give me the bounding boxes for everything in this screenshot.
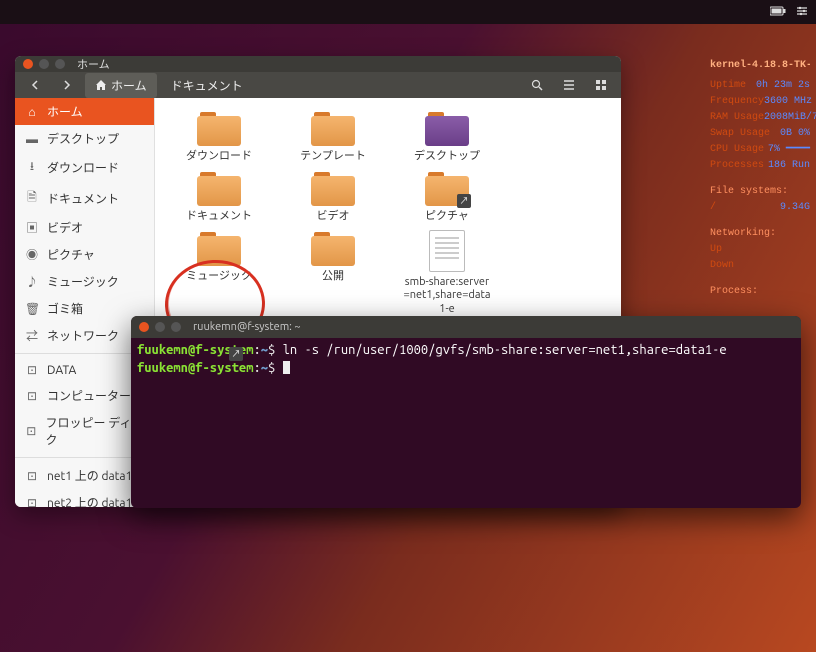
sidebar-icon: 🗎 bbox=[25, 188, 39, 209]
maximize-button[interactable] bbox=[55, 59, 65, 69]
sidebar-icon: ⇄ bbox=[25, 327, 39, 344]
sysmon-net-header: Networking: bbox=[710, 226, 810, 242]
sidebar-label: ミュージック bbox=[47, 273, 119, 290]
terminal-titlebar[interactable]: ruukemn@f-system: ~ bbox=[131, 316, 801, 338]
sidebar-music[interactable]: ♪ ミュージック bbox=[15, 268, 154, 295]
sidebar-label: net2 上の data1-e bbox=[47, 494, 142, 507]
folder-icon: ↗ bbox=[425, 170, 469, 206]
file-manager-toolbar: ホーム ドキュメント bbox=[15, 72, 621, 98]
home-icon bbox=[95, 79, 107, 91]
minimize-button[interactable] bbox=[155, 322, 165, 332]
folder-icon bbox=[311, 230, 355, 266]
file-label: ドキュメント bbox=[186, 210, 252, 224]
terminal-body[interactable]: fuukemn@f-system:~$ ln -s /run/user/1000… bbox=[131, 338, 801, 508]
list-view-button[interactable] bbox=[555, 72, 583, 98]
sidebar-label: DATA bbox=[47, 364, 76, 377]
file-downloads[interactable]: ダウンロード bbox=[175, 110, 263, 164]
file-label: ピクチャ bbox=[425, 210, 469, 224]
battery-icon bbox=[770, 6, 786, 19]
forward-button[interactable] bbox=[53, 72, 81, 98]
sysmon-proc-header: Process: bbox=[710, 284, 810, 300]
sidebar-icon: 🗑 bbox=[25, 302, 39, 316]
sidebar-label: ビデオ bbox=[47, 219, 83, 236]
system-monitor-overlay: kernel-4.18.8-TK-p Uptime0h 23m 2sFreque… bbox=[710, 58, 810, 300]
sidebar-label: フロッピー ディスク bbox=[46, 414, 144, 448]
folder-icon bbox=[311, 110, 355, 146]
sidebar-icon: ♪ bbox=[25, 273, 39, 290]
file-public[interactable]: 公開 bbox=[289, 230, 377, 317]
close-button[interactable] bbox=[23, 59, 33, 69]
file-label: テンプレート bbox=[300, 150, 366, 164]
sidebar-icon: ⊡ bbox=[25, 496, 39, 508]
maximize-button[interactable] bbox=[171, 322, 181, 332]
link-badge-icon: ↗ bbox=[457, 194, 471, 208]
top-menu-bar bbox=[0, 0, 816, 24]
sidebar-documents[interactable]: 🗎 ドキュメント bbox=[15, 183, 154, 214]
minimize-button[interactable] bbox=[39, 59, 49, 69]
sidebar-icon: ⌂ bbox=[25, 105, 39, 119]
sidebar-icon: ▣ bbox=[25, 219, 39, 236]
back-button[interactable] bbox=[21, 72, 49, 98]
file-desktop[interactable]: デスクトップ bbox=[403, 110, 491, 164]
file-label: デスクトップ bbox=[414, 150, 480, 164]
folder-icon bbox=[197, 110, 241, 146]
sidebar-icon: ⊡ bbox=[25, 389, 39, 403]
folder-icon bbox=[425, 110, 469, 146]
file-label: ダウンロード bbox=[186, 150, 252, 164]
file-music[interactable]: ミュージック bbox=[175, 230, 263, 317]
sidebar-label: デスクトップ bbox=[47, 130, 119, 147]
breadcrumb-home[interactable]: ホーム bbox=[85, 73, 157, 98]
link-badge-icon: ↗ bbox=[229, 347, 243, 361]
sidebar-icon: ⭳ bbox=[25, 157, 39, 178]
sidebar-pictures[interactable]: ◉ ピクチャ bbox=[15, 241, 154, 268]
sidebar-label: ドキュメント bbox=[47, 190, 119, 207]
sidebar-videos[interactable]: ▣ ビデオ bbox=[15, 214, 154, 241]
sidebar-icon: ⊡ bbox=[25, 424, 38, 438]
file-documents[interactable]: ドキュメント bbox=[175, 170, 263, 224]
file-templates[interactable]: テンプレート bbox=[289, 110, 377, 164]
sidebar-icon: ▬ bbox=[25, 132, 39, 146]
sidebar-icon: ⊡ bbox=[25, 363, 39, 377]
folder-icon bbox=[197, 230, 241, 266]
folder-icon bbox=[311, 170, 355, 206]
close-button[interactable] bbox=[139, 322, 149, 332]
file-videos[interactable]: ビデオ bbox=[289, 170, 377, 224]
sidebar-desktop[interactable]: ▬ デスクトップ bbox=[15, 125, 154, 152]
list-icon bbox=[563, 79, 575, 91]
terminal-title: ruukemn@f-system: ~ bbox=[193, 321, 301, 333]
sidebar-label: ダウンロード bbox=[47, 159, 119, 176]
terminal-window: ruukemn@f-system: ~ fuukemn@f-system:~$ … bbox=[131, 316, 801, 508]
breadcrumb-current[interactable]: ドキュメント bbox=[161, 73, 253, 98]
file-smb-link[interactable]: smb-share:server=net1,share=data1-e bbox=[403, 230, 491, 317]
file-manager-titlebar[interactable]: ホーム bbox=[15, 56, 621, 72]
sidebar-icon: ⊡ bbox=[25, 469, 39, 483]
sidebar-label: ホーム bbox=[47, 103, 83, 120]
settings-icon[interactable] bbox=[796, 5, 808, 20]
document-icon bbox=[429, 230, 465, 272]
sidebar-label: ピクチャ bbox=[47, 246, 95, 263]
sidebar-downloads[interactable]: ⭳ ダウンロード bbox=[15, 152, 154, 183]
sidebar-icon: ◉ bbox=[25, 246, 39, 263]
file-label: smb-share:server=net1,share=data1-e bbox=[403, 276, 491, 317]
search-icon bbox=[531, 79, 543, 91]
grid-icon bbox=[595, 79, 607, 91]
sysmon-fs-header: File systems: bbox=[710, 184, 810, 200]
sidebar-label: ネットワーク bbox=[47, 327, 119, 344]
sidebar-label: コンピューター bbox=[47, 387, 131, 404]
window-title: ホーム bbox=[77, 56, 110, 72]
folder-icon bbox=[197, 170, 241, 206]
file-label: 公開 bbox=[322, 270, 344, 284]
sidebar-home[interactable]: ⌂ ホーム bbox=[15, 98, 154, 125]
search-button[interactable] bbox=[523, 72, 551, 98]
file-label: ビデオ bbox=[317, 210, 350, 224]
file-pictures[interactable]: ↗ ピクチャ bbox=[403, 170, 491, 224]
sidebar-label: net1 上の data1-e bbox=[47, 467, 142, 484]
sidebar-label: ゴミ箱 bbox=[47, 300, 83, 317]
sysmon-title: kernel-4.18.8-TK-p bbox=[710, 58, 810, 74]
file-label: ミュージック bbox=[186, 270, 252, 284]
grid-view-button[interactable] bbox=[587, 72, 615, 98]
